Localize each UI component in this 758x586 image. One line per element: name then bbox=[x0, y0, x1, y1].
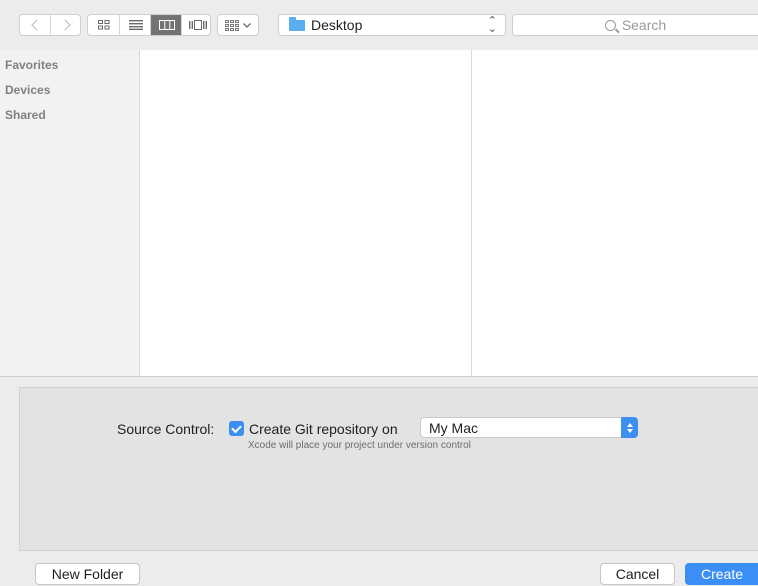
source-control-label: Source Control: bbox=[117, 421, 215, 437]
chevron-left-icon bbox=[30, 19, 43, 31]
view-mode-buttons bbox=[87, 14, 211, 36]
search-placeholder: Search bbox=[621, 17, 667, 33]
create-git-checkbox[interactable] bbox=[229, 421, 244, 436]
arrange-button[interactable] bbox=[217, 14, 259, 36]
forward-button[interactable] bbox=[51, 15, 81, 35]
navigation-buttons bbox=[19, 14, 81, 36]
sidebar: Favorites Devices Shared bbox=[0, 50, 140, 376]
version-control-hint: Xcode will place your project under vers… bbox=[248, 440, 471, 451]
checkmark-icon bbox=[231, 422, 242, 433]
sidebar-section-shared[interactable]: Shared bbox=[5, 108, 46, 122]
location-popup[interactable]: My Mac bbox=[420, 417, 638, 438]
options-panel bbox=[19, 387, 758, 551]
chevron-right-icon bbox=[58, 19, 71, 31]
folder-icon bbox=[289, 16, 305, 31]
browser-column-1[interactable] bbox=[140, 50, 472, 376]
sidebar-section-favorites[interactable]: Favorites bbox=[5, 58, 58, 72]
list-view-button[interactable] bbox=[119, 15, 151, 35]
icon-view-icon bbox=[97, 20, 109, 30]
create-button[interactable]: Create bbox=[685, 563, 758, 585]
path-popup[interactable]: Desktop ⌃ ⌄ bbox=[278, 14, 506, 36]
search-field[interactable]: Search bbox=[512, 14, 758, 36]
back-button[interactable] bbox=[20, 15, 51, 35]
location-value: My Mac bbox=[429, 420, 478, 436]
browser-column-2[interactable] bbox=[472, 50, 758, 376]
toolbar: Desktop ⌃ ⌄ Search bbox=[0, 0, 758, 50]
popup-arrows-icon bbox=[621, 417, 638, 438]
cancel-button[interactable]: Cancel bbox=[600, 563, 675, 585]
new-folder-button[interactable]: New Folder bbox=[35, 563, 140, 585]
list-view-icon bbox=[128, 20, 143, 30]
sidebar-section-devices[interactable]: Devices bbox=[5, 83, 50, 97]
cover-flow-view-button[interactable] bbox=[181, 15, 213, 35]
path-label: Desktop bbox=[311, 17, 363, 33]
column-view-button[interactable] bbox=[150, 15, 182, 35]
create-git-label[interactable]: Create Git repository on bbox=[249, 421, 398, 437]
cover-flow-icon bbox=[188, 20, 207, 30]
up-down-arrows-icon: ⌃ ⌄ bbox=[487, 15, 497, 35]
search-icon bbox=[604, 19, 616, 31]
chevron-down-icon bbox=[243, 22, 251, 28]
column-view-icon bbox=[158, 20, 175, 30]
divider bbox=[0, 376, 758, 377]
arrange-grid-icon bbox=[225, 19, 239, 31]
icon-view-button[interactable] bbox=[88, 15, 119, 35]
